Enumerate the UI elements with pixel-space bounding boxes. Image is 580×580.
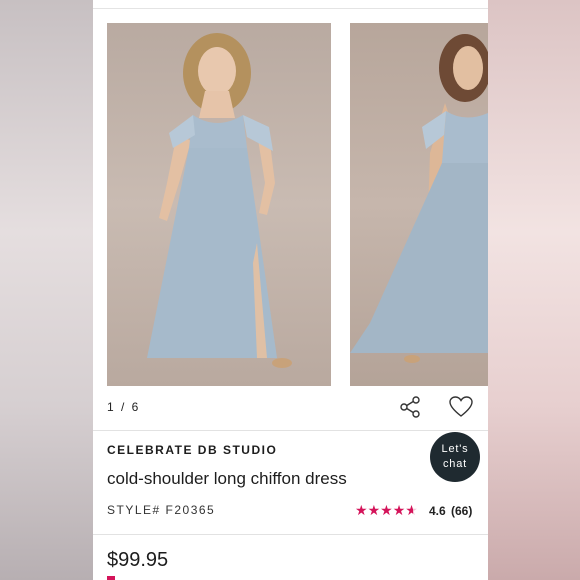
product-title: cold-shoulder long chiffon dress — [107, 469, 347, 488]
half-star-icon: ★ — [405, 502, 418, 518]
brand-name[interactable]: CELEBRATE DB STUDIO — [107, 443, 277, 457]
chat-label-line2: chat — [443, 458, 467, 470]
style-number: STYLE# F20365 — [107, 503, 216, 517]
product-image-secondary[interactable] — [350, 23, 488, 386]
top-divider — [93, 8, 488, 9]
star-icon: ★ — [380, 502, 393, 518]
review-count[interactable]: (66) — [451, 504, 472, 518]
background-right — [488, 0, 580, 580]
star-icon: ★ — [367, 502, 381, 518]
promo-indicator — [107, 576, 115, 580]
model-front-dress-photo — [147, 33, 292, 368]
chat-label-line1: Let's — [441, 443, 469, 455]
product-price: $99.95 — [107, 549, 169, 571]
background-left — [0, 0, 93, 580]
star-icon: ★ — [355, 502, 368, 518]
image-counter: 1 / 6 — [107, 400, 141, 414]
star-icon: ★ — [392, 502, 406, 518]
section-divider — [93, 430, 488, 431]
share-icon[interactable] — [398, 395, 422, 419]
price-divider — [93, 534, 488, 535]
rating-value: 4.6 — [429, 504, 446, 518]
lets-chat-button[interactable]: Let's chat — [430, 432, 480, 482]
rating-stars[interactable]: ★ ★ ★ ★ ★ — [355, 503, 418, 517]
model-side-dress-photo — [350, 34, 488, 363]
product-page: 1 / 6 CELEBRATE DB STUDIO cold-shoulder … — [93, 0, 488, 580]
product-image-main[interactable] — [107, 23, 331, 386]
heart-icon[interactable] — [448, 395, 474, 419]
